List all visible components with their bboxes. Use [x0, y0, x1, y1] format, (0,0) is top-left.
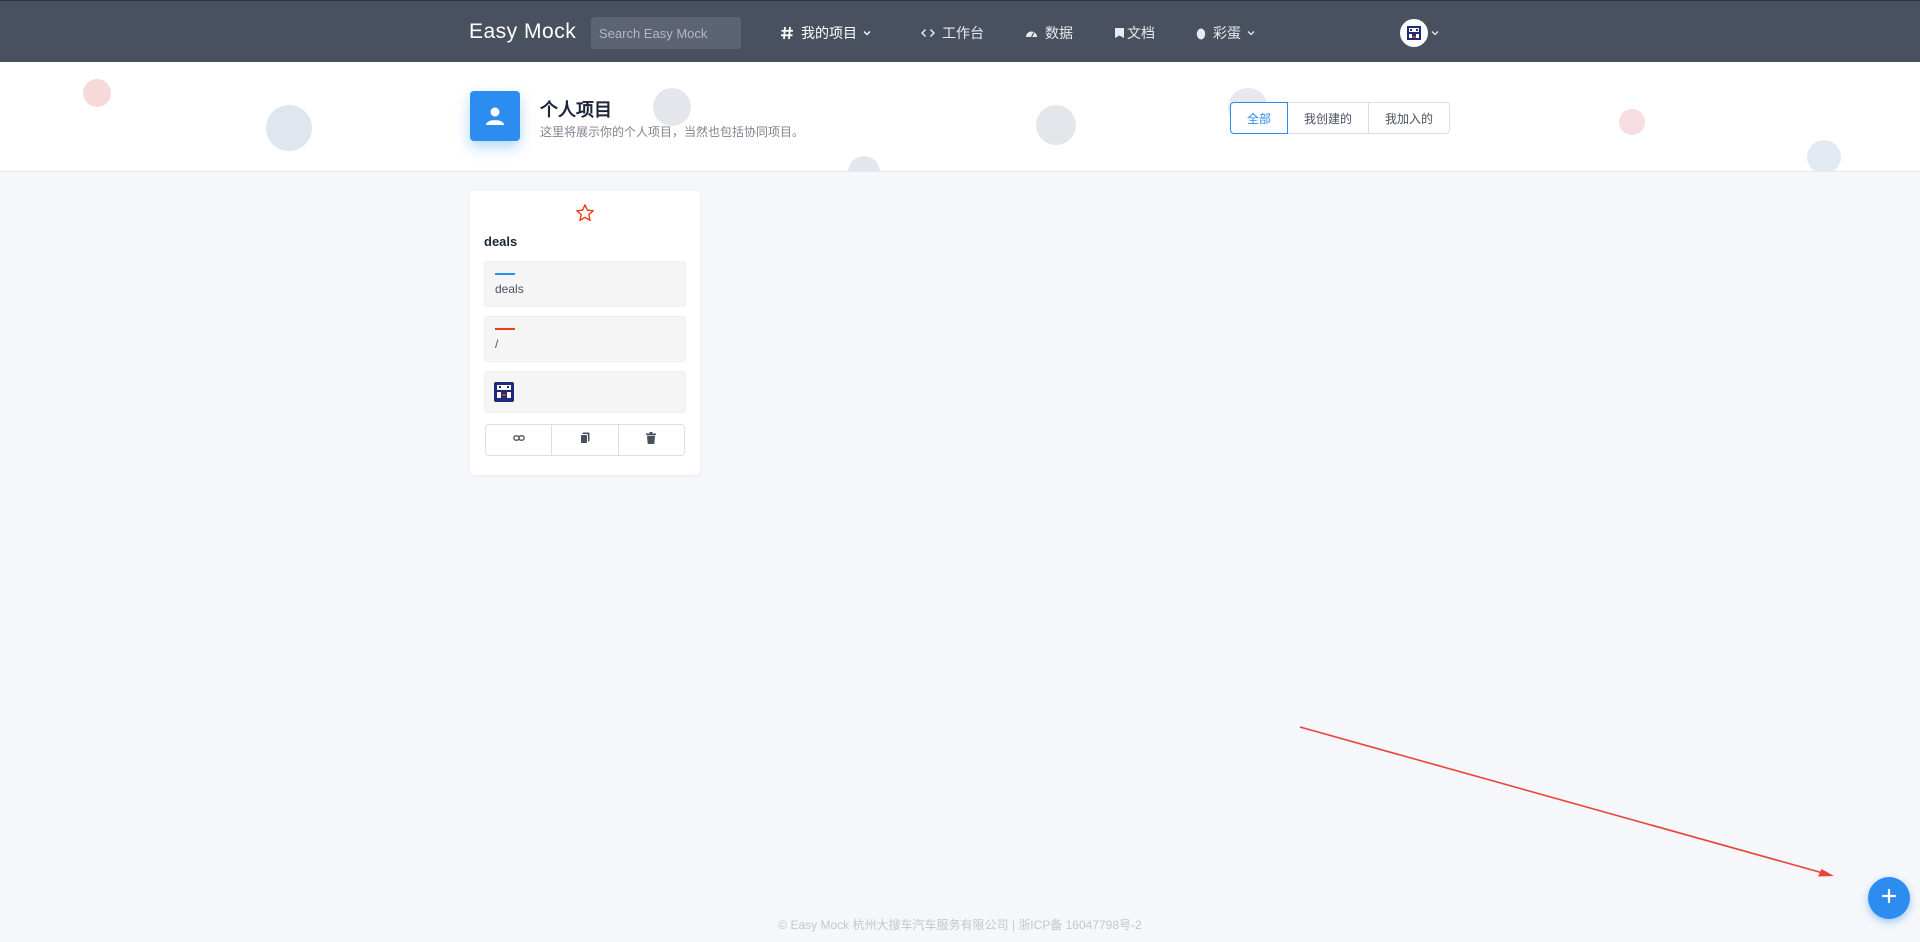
clone-project-button[interactable] [551, 425, 618, 455]
chevron-down-icon [1246, 28, 1256, 38]
brand-logo[interactable]: Easy Mock [469, 20, 576, 44]
project-filter-group: 全部 我创建的 我加入的 [1230, 102, 1451, 134]
decorative-bubble [1036, 105, 1076, 145]
create-project-button[interactable] [1868, 877, 1910, 919]
page-subtitle: 这里将展示你的个人项目，当然也包括协同项目。 [540, 125, 805, 139]
nav-data[interactable]: 数据 [1025, 23, 1073, 43]
search-input[interactable] [591, 17, 741, 49]
decorative-bubble [653, 88, 691, 126]
decorative-bubble [1619, 109, 1645, 135]
description-accent-bar [495, 328, 515, 330]
chart-icon [1025, 27, 1038, 39]
footer-copyright: © Easy Mock 杭州大搜车汽车服务有限公司 | 浙ICP备 160477… [778, 918, 1142, 932]
nav-workbench-label: 工作台 [942, 25, 984, 41]
chevron-down-icon [1430, 28, 1440, 38]
page-title: 个人项目 [540, 100, 612, 120]
nav-workbench[interactable]: 工作台 [921, 23, 984, 43]
chevron-down-icon [862, 28, 872, 38]
delete-icon [646, 431, 657, 449]
member-avatar[interactable] [494, 382, 514, 407]
project-members-box [484, 371, 686, 413]
decorative-bubble [266, 105, 312, 151]
page-header-band [0, 62, 1920, 172]
project-card[interactable]: deals deals / [470, 191, 700, 475]
link-icon [512, 431, 525, 449]
project-description: / [495, 337, 499, 351]
star-icon[interactable] [573, 201, 597, 225]
book-icon [1114, 27, 1125, 39]
project-description-box: / [484, 316, 686, 362]
top-navbar: Easy Mock 我的项目 工作台 数据 文档 彩蛋 [0, 0, 1920, 62]
project-name[interactable]: deals [484, 234, 517, 249]
copy-link-button[interactable] [486, 425, 552, 455]
filter-created-button[interactable]: 我创建的 [1287, 102, 1370, 134]
annotation-arrow [1299, 726, 1834, 877]
personal-project-icon [470, 91, 520, 141]
nav-docs-label: 文档 [1127, 25, 1155, 41]
decorative-bubble [1807, 140, 1841, 171]
nav-data-label: 数据 [1045, 25, 1073, 41]
avatar [1400, 19, 1428, 47]
url-accent-bar [495, 273, 515, 275]
project-url: deals [495, 282, 524, 296]
decorative-bubble [83, 79, 111, 107]
nav-easter-egg[interactable]: 彩蛋 [1196, 23, 1256, 43]
user-menu[interactable] [1400, 19, 1440, 47]
project-url-box: deals [484, 261, 686, 307]
delete-project-button[interactable] [617, 425, 684, 455]
code-icon [921, 27, 935, 39]
nav-docs[interactable]: 文档 [1114, 23, 1155, 43]
decorative-bubble [848, 156, 880, 171]
nav-my-projects[interactable]: 我的项目 [780, 23, 872, 43]
nav-easter-egg-label: 彩蛋 [1213, 25, 1241, 41]
filter-all-button[interactable]: 全部 [1230, 102, 1289, 134]
nav-my-projects-label: 我的项目 [801, 25, 857, 41]
copy-icon [579, 431, 590, 449]
plus-icon [1881, 888, 1897, 909]
filter-joined-button[interactable]: 我加入的 [1368, 102, 1451, 134]
egg-icon [1196, 27, 1206, 40]
hash-icon [780, 26, 794, 40]
project-actions [485, 424, 685, 456]
